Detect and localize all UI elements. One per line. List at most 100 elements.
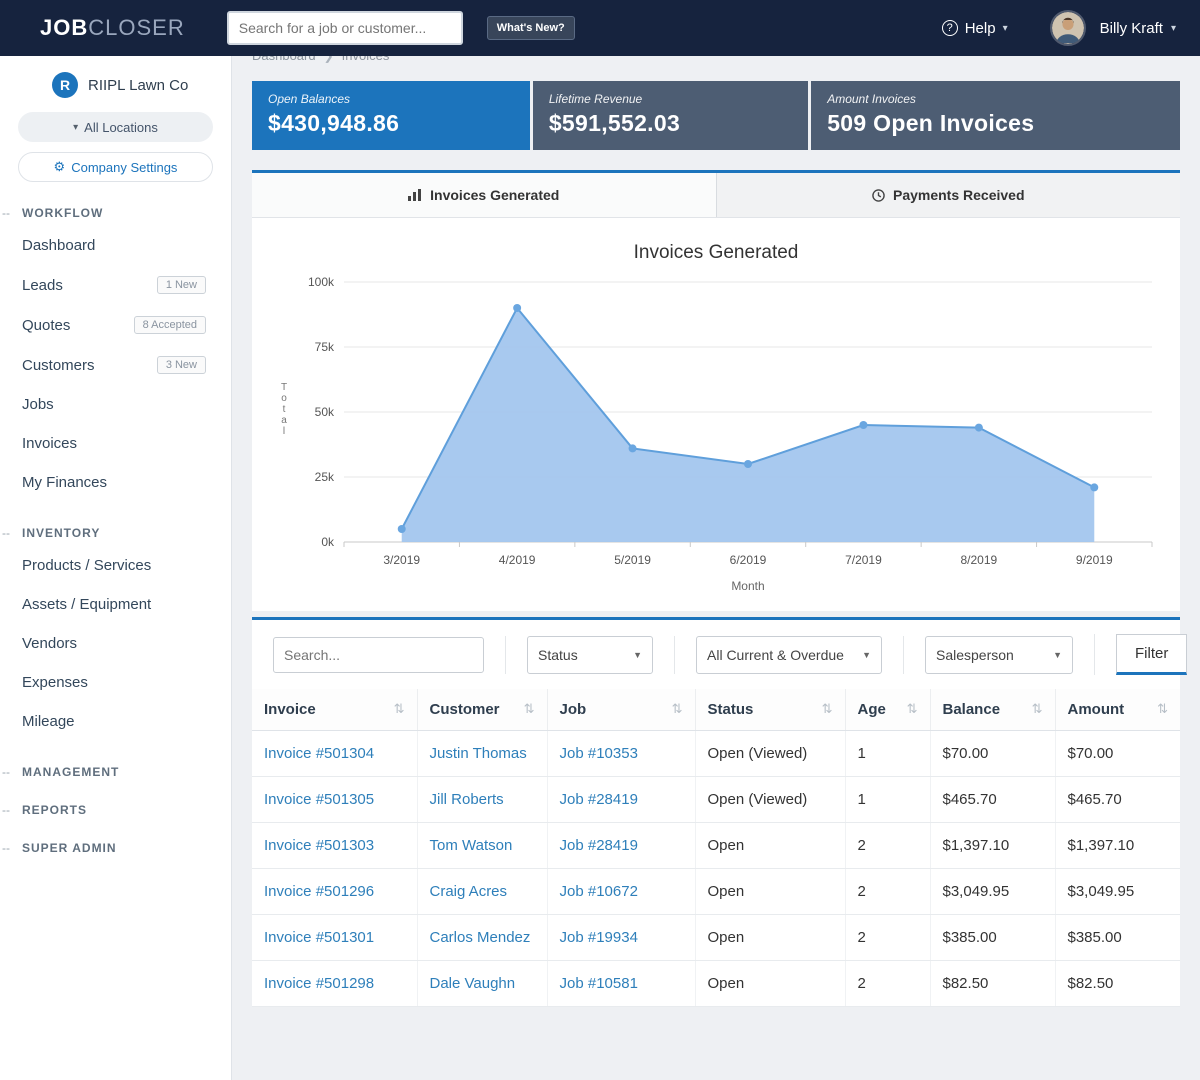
sidebar-item-leads[interactable]: Leads1 New [0, 265, 231, 305]
amount-cell: $1,397.10 [1055, 823, 1180, 869]
gear-icon: ⚙ [54, 159, 66, 175]
status-badge: 1 New [157, 276, 206, 294]
user-name: Billy Kraft [1100, 20, 1163, 37]
balance-cell: $465.70 [930, 777, 1055, 823]
job-link[interactable]: Job #19934 [560, 929, 638, 946]
chart-area: Invoices Generated 0k25k50k75k100k3/2019… [252, 218, 1180, 611]
company-name: RIIPL Lawn Co [88, 77, 188, 94]
stat-card-0: Open Balances $430,948.86 [252, 81, 530, 150]
job-link[interactable]: Job #10353 [560, 745, 638, 762]
salesperson-select[interactable]: Salesperson ▼ [925, 636, 1073, 674]
sidebar-item-dashboard[interactable]: Dashboard [0, 226, 231, 265]
table-search [252, 637, 505, 673]
status-select[interactable]: Status ▼ [527, 636, 653, 674]
invoice-link: Invoice #501296 [252, 869, 417, 915]
chart-title: Invoices Generated [268, 242, 1164, 264]
svg-text:6/2019: 6/2019 [730, 553, 767, 567]
balance-cell: $82.50 [930, 961, 1055, 1007]
user-avatar[interactable] [1050, 10, 1086, 46]
invoice-link[interactable]: Invoice #501301 [264, 929, 374, 946]
svg-text:8/2019: 8/2019 [961, 553, 998, 567]
sidebar-item-expenses[interactable]: Expenses [0, 663, 231, 702]
navbar-right: ? Help ▾ Billy Kraft ▾ [942, 10, 1176, 46]
chart-panel: Invoices Generated Payments Received Inv… [252, 170, 1180, 611]
status-cell: Open (Viewed) [695, 731, 845, 777]
sidebar-item-customers[interactable]: Customers3 New [0, 345, 231, 385]
sidebar-item-label: My Finances [22, 474, 107, 491]
sidebar-item-jobs[interactable]: Jobs [0, 385, 231, 424]
sidebar-item-vendors[interactable]: Vendors [0, 624, 231, 663]
sidebar-item-assets-equipment[interactable]: Assets / Equipment [0, 585, 231, 624]
column-header-amount[interactable]: Amount⇅ [1055, 689, 1180, 731]
chevron-down-icon: ▼ [633, 650, 642, 660]
job-link[interactable]: Job #10581 [560, 975, 638, 992]
stat-label: Amount Invoices [827, 92, 1164, 106]
top-navbar: JOBCLOSER What's New? ? Help ▾ Billy Kra… [0, 0, 1200, 56]
main-content: Invoices Dashboard ❯ Invoices Actions ▾ … [232, 0, 1200, 1007]
whats-new-button[interactable]: What's New? [487, 16, 575, 40]
filter-button[interactable]: Filter [1116, 634, 1187, 675]
sidebar-item-invoices[interactable]: Invoices [0, 424, 231, 463]
svg-text:4/2019: 4/2019 [499, 553, 536, 567]
sidebar-item-label: Expenses [22, 674, 88, 691]
age-cell: 1 [845, 777, 930, 823]
logo-bold: JOB [40, 15, 88, 40]
column-header-status[interactable]: Status⇅ [695, 689, 845, 731]
column-header-balance[interactable]: Balance⇅ [930, 689, 1055, 731]
sidebar-item-label: Products / Services [22, 557, 151, 574]
age-cell: 2 [845, 823, 930, 869]
sidebar-item-mileage[interactable]: Mileage [0, 702, 231, 741]
customer-link[interactable]: Justin Thomas [430, 745, 527, 762]
invoice-link[interactable]: Invoice #501303 [264, 837, 374, 854]
invoice-link[interactable]: Invoice #501305 [264, 791, 374, 808]
customer-link[interactable]: Dale Vaughn [430, 975, 516, 992]
status-cell: Open (Viewed) [695, 777, 845, 823]
svg-text:7/2019: 7/2019 [845, 553, 882, 567]
column-header-job[interactable]: Job⇅ [547, 689, 695, 731]
svg-text:0k: 0k [321, 535, 335, 549]
company-settings-label: Company Settings [71, 160, 177, 175]
customer-link[interactable]: Carlos Mendez [430, 929, 531, 946]
invoice-link[interactable]: Invoice #501296 [264, 883, 374, 900]
balance-cell: $1,397.10 [930, 823, 1055, 869]
invoice-link[interactable]: Invoice #501298 [264, 975, 374, 992]
job-link[interactable]: Job #28419 [560, 837, 638, 854]
customer-link[interactable]: Jill Roberts [430, 791, 504, 808]
table-search-input[interactable] [273, 637, 484, 673]
status-filter-group: Status ▼ [505, 636, 674, 674]
column-header-age[interactable]: Age⇅ [845, 689, 930, 731]
svg-text:3/2019: 3/2019 [383, 553, 420, 567]
column-label: Invoice [264, 701, 316, 718]
help-menu[interactable]: ? Help ▾ [942, 20, 1008, 37]
sidebar-item-label: Quotes [22, 317, 70, 334]
customer-link[interactable]: Tom Watson [430, 837, 513, 854]
stats-row: Open Balances $430,948.86 Lifetime Reven… [252, 81, 1180, 150]
current-overdue-select[interactable]: All Current & Overdue ▼ [696, 636, 882, 674]
column-header-customer[interactable]: Customer⇅ [417, 689, 547, 731]
tab-payments-received[interactable]: Payments Received [716, 173, 1181, 217]
user-menu[interactable]: Billy Kraft ▾ [1100, 20, 1176, 37]
sidebar-item-quotes[interactable]: Quotes8 Accepted [0, 305, 231, 345]
customer-link[interactable]: Craig Acres [430, 883, 508, 900]
tab-invoices-generated[interactable]: Invoices Generated [252, 173, 716, 217]
sidebar-section-reports: REPORTS [0, 803, 231, 817]
sidebar-item-products-services[interactable]: Products / Services [0, 546, 231, 585]
stat-value: $591,552.03 [549, 110, 792, 137]
sidebar-item-my-finances[interactable]: My Finances [0, 463, 231, 502]
range-select-value: All Current & Overdue [707, 647, 844, 663]
locations-dropdown[interactable]: ▾ All Locations [18, 112, 213, 142]
job-link[interactable]: Job #10672 [560, 883, 638, 900]
column-label: Amount [1068, 701, 1125, 718]
sidebar-item-label: Vendors [22, 635, 77, 652]
age-cell: 1 [845, 731, 930, 777]
customer-link: Justin Thomas [417, 731, 547, 777]
sidebar-item-label: Jobs [22, 396, 54, 413]
invoice-link[interactable]: Invoice #501304 [264, 745, 374, 762]
stat-card-1: Lifetime Revenue $591,552.03 [533, 81, 808, 150]
job-link[interactable]: Job #28419 [560, 791, 638, 808]
table-header-row: Invoice⇅Customer⇅Job⇅Status⇅Age⇅Balance⇅… [252, 689, 1180, 731]
app-logo[interactable]: JOBCLOSER [40, 15, 185, 41]
global-search-input[interactable] [227, 11, 463, 45]
company-settings-button[interactable]: ⚙ Company Settings [18, 152, 213, 182]
column-header-invoice[interactable]: Invoice⇅ [252, 689, 417, 731]
